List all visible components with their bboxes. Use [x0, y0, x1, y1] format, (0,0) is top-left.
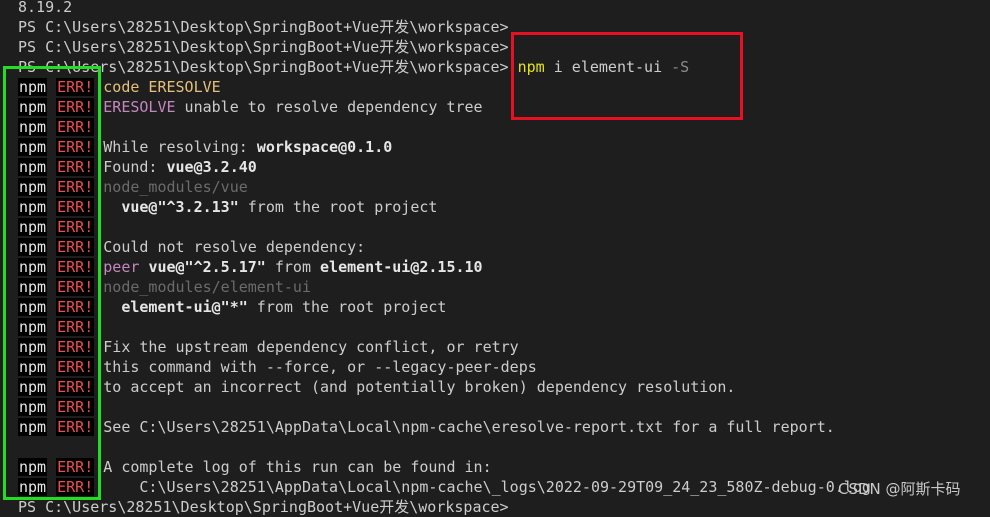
message-text: element-ui@2.15.10	[320, 258, 483, 276]
log-path-line: npm ERR! C:\Users\28251\AppData\Local\np…	[18, 477, 871, 497]
log-text: A complete log of this run can be found …	[103, 458, 492, 476]
message-text: vue@3.2.40	[166, 158, 257, 176]
message-text: node_modules/vue	[103, 178, 248, 196]
message-text: ERESOLVE	[103, 98, 176, 116]
message-text: See C:\Users\28251\AppData\Local\npm-cac…	[103, 418, 835, 436]
version-line: 8.19.2	[18, 0, 73, 16]
message-text: to accept an incorrect (and potentially …	[103, 378, 736, 396]
message-text: from the root project	[247, 298, 447, 316]
message-text: element-ui@"*"	[103, 298, 248, 316]
message-text: from	[265, 258, 321, 276]
message-text: Fix the upstream dependency conflict, or…	[103, 338, 519, 356]
message-text: code ERESOLVE	[103, 78, 221, 96]
message-text: While resolving:	[103, 138, 257, 156]
error-line: npm ERR! to accept an incorrect (and pot…	[18, 377, 735, 397]
bottom-prompt: PS C:\Users\28251\Desktop\SpringBoot+Vue…	[18, 498, 509, 516]
message-text: this command with --force, or --legacy-p…	[103, 358, 537, 376]
message-text: workspace@0.1.0	[256, 138, 393, 156]
message-text: vue@"^3.2.13"	[103, 198, 239, 216]
highlight-command-box	[511, 32, 743, 120]
watermark-text: CSDN @阿斯卡码	[838, 480, 961, 498]
message-text: Found:	[103, 158, 167, 176]
prompt-line: PS C:\Users\28251\Desktop\SpringBoot+Vue…	[18, 38, 509, 56]
message-text: node_modules/element-ui	[103, 278, 311, 296]
prompt-line: PS C:\Users\28251\Desktop\SpringBoot+Vue…	[18, 18, 509, 36]
error-line: npm ERR! See C:\Users\28251\AppData\Loca…	[18, 417, 835, 437]
message-text: from the root project	[238, 198, 438, 216]
message-text: Could not resolve dependency:	[103, 238, 366, 256]
log-path: C:\Users\28251\AppData\Local\npm-cache\_…	[103, 478, 871, 496]
message-text: vue@"^2.5.17"	[148, 258, 266, 276]
message-text: unable to resolve dependency tree	[175, 98, 483, 116]
highlight-err-column-box	[3, 66, 101, 500]
message-text: peer	[103, 258, 149, 276]
